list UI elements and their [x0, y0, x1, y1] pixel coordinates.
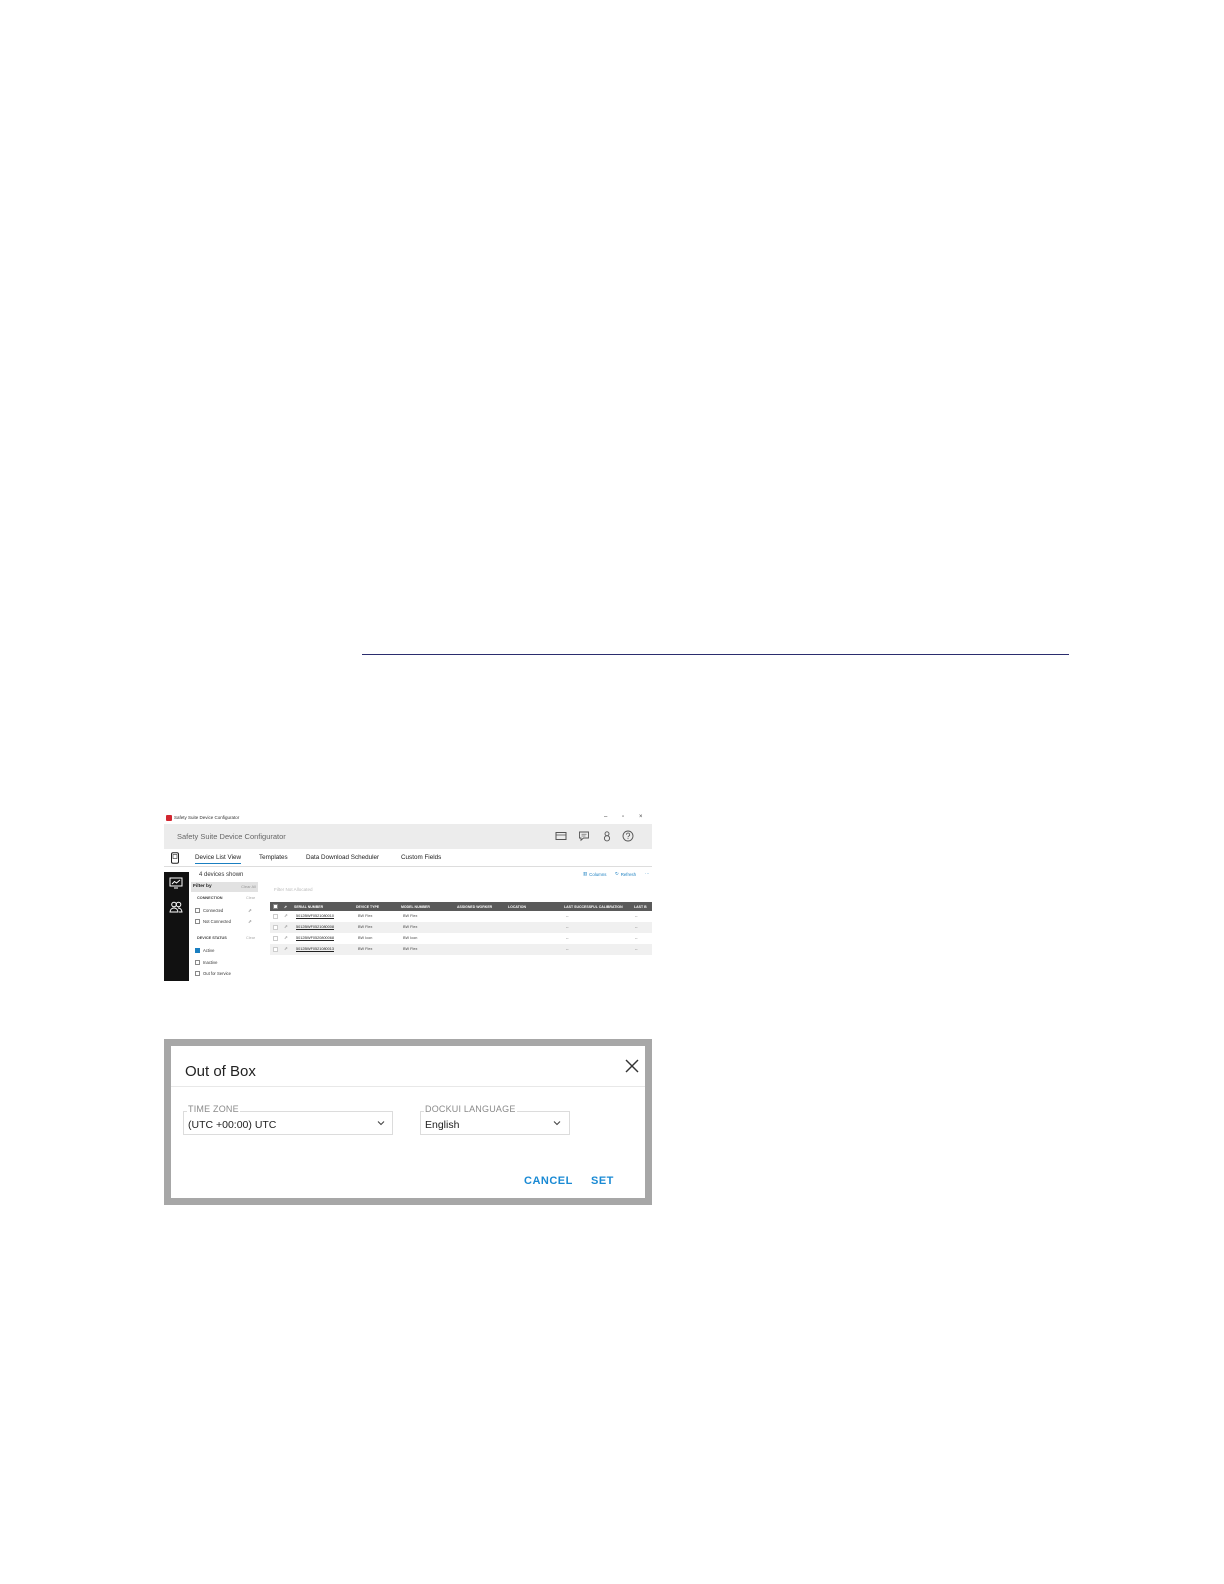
title-bar: Safety Suite Device Configurator – ▫ × — [164, 813, 652, 824]
window-title: Safety Suite Device Configurator — [174, 815, 240, 820]
plug-column-icon: ⇗ — [284, 904, 287, 909]
unplug-icon: ⇗ — [248, 919, 252, 924]
out-of-box-dialog: Out of Box TIME ZONE (UTC +00:00) UTC DO… — [171, 1046, 645, 1198]
checkbox[interactable] — [195, 908, 200, 913]
close-window-button[interactable]: × — [639, 814, 643, 820]
plug-icon: ⇗ — [248, 908, 252, 913]
filter-header: Filter by Clear All — [191, 882, 258, 892]
table-header: ⇗ SERIAL NUMBER DEVICE TYPE MODEL NUMBER… — [270, 902, 652, 911]
checkbox[interactable] — [195, 919, 200, 924]
devices-count: 4 devices shown — [199, 872, 244, 878]
serial-link[interactable]: 5012BWF0521080010 — [296, 914, 334, 918]
filter-clear-all[interactable]: Clear All — [241, 884, 256, 889]
col-location[interactable]: LOCATION — [508, 905, 526, 909]
left-nav — [164, 872, 189, 981]
chevron-down-icon — [377, 1121, 385, 1126]
dialog-frame: Out of Box TIME ZONE (UTC +00:00) UTC DO… — [164, 1039, 652, 1205]
row-checkbox[interactable] — [273, 914, 278, 919]
filter-inactive[interactable]: Inactive — [195, 959, 217, 966]
disconnected-icon: ⇗ — [284, 924, 288, 929]
filter-out-for-service[interactable]: Out for Service — [195, 970, 231, 977]
refresh-button[interactable]: ↻ Refresh — [615, 871, 636, 877]
device-status-section-title: DEVICE STATUS — [197, 936, 227, 940]
col-last-bump[interactable]: LAST B — [634, 905, 652, 909]
tab-device-list-view[interactable]: Device List View — [195, 854, 242, 864]
help-icon[interactable] — [621, 829, 635, 843]
checkbox[interactable] — [195, 960, 200, 965]
users-icon[interactable] — [169, 900, 183, 914]
table-row[interactable]: ⇗ 5012BWF0520800068 BW Icon BW Icon -- -… — [270, 933, 652, 944]
more-button[interactable]: ··· — [645, 871, 649, 876]
app-header: Safety Suite Device Configurator — [164, 824, 652, 849]
search-input[interactable]: Filter Not Allocated — [274, 887, 313, 892]
col-last-calibration[interactable]: LAST SUCCESSFUL CALIBRATION — [564, 905, 632, 909]
dashboard-icon[interactable] — [169, 876, 183, 890]
table-row[interactable]: ⇗ 5012BWF0521080008 BW Flex BW Flex -- -… — [270, 922, 652, 933]
col-assigned-worker[interactable]: ASSIGNED WORKER — [457, 905, 492, 909]
tab-custom-fields[interactable]: Custom Fields — [401, 854, 441, 861]
dialog-divider — [171, 1086, 645, 1087]
language-value: English — [425, 1119, 460, 1131]
refresh-icon: ↻ — [615, 871, 619, 876]
dialog-title: Out of Box — [185, 1063, 256, 1080]
chat-icon[interactable] — [577, 829, 591, 843]
col-model-number[interactable]: MODEL NUMBER — [401, 905, 430, 909]
connection-section-title: CONNECTION — [197, 896, 223, 900]
connection-clear[interactable]: Clear — [246, 896, 255, 900]
col-device-type[interactable]: DEVICE TYPE — [356, 905, 379, 909]
select-all-checkbox[interactable] — [273, 904, 278, 909]
connected-icon: ⇗ — [284, 913, 288, 918]
serial-link[interactable]: 5012BWF0521080008 — [296, 925, 334, 929]
row-checkbox[interactable] — [273, 936, 278, 941]
time-zone-select[interactable]: TIME ZONE (UTC +00:00) UTC — [183, 1103, 393, 1135]
minimize-button[interactable]: – — [604, 814, 607, 820]
user-icon[interactable] — [600, 829, 614, 843]
serial-link[interactable]: 5012BWF0520800068 — [296, 936, 334, 940]
device-status-clear[interactable]: Clear — [246, 936, 255, 940]
table-row[interactable]: ⇗ 5012BWF0521080010 BW Flex BW Flex -- -… — [270, 911, 652, 922]
maximize-button[interactable]: ▫ — [622, 814, 624, 820]
table-row[interactable]: ⇗ 5012BWF0521080013 BW Flex BW Flex -- -… — [270, 944, 652, 955]
app-name: Safety Suite Device Configurator — [177, 832, 286, 841]
language-label: DOCKUI LANGUAGE — [424, 1104, 517, 1114]
chevron-down-icon — [553, 1121, 561, 1126]
row-checkbox[interactable] — [273, 925, 278, 930]
col-serial-number[interactable]: SERIAL NUMBER — [294, 905, 323, 909]
dockui-language-select[interactable]: DOCKUI LANGUAGE English — [420, 1103, 570, 1135]
set-button[interactable]: SET — [591, 1175, 614, 1187]
time-zone-label: TIME ZONE — [187, 1104, 240, 1114]
time-zone-value: (UTC +00:00) UTC — [188, 1119, 277, 1131]
columns-icon: ▥ — [583, 871, 588, 876]
filter-title: Filter by — [193, 884, 212, 889]
row-checkbox[interactable] — [273, 947, 278, 952]
checkbox[interactable] — [195, 971, 200, 976]
app-window: Safety Suite Device Configurator – ▫ × S… — [164, 813, 652, 981]
disconnected-icon: ⇗ — [284, 935, 288, 940]
columns-button[interactable]: ▥ Columns — [583, 871, 606, 877]
checkbox-checked[interactable] — [195, 948, 200, 953]
cancel-button[interactable]: CANCEL — [524, 1175, 573, 1187]
tab-templates[interactable]: Templates — [259, 854, 288, 861]
filter-connected[interactable]: Connected — [195, 907, 223, 914]
device-icon[interactable] — [170, 852, 180, 864]
filter-not-connected[interactable]: Not Connected — [195, 918, 231, 925]
close-icon[interactable] — [624, 1058, 640, 1074]
tab-data-download-scheduler[interactable]: Data Download Scheduler — [306, 854, 379, 861]
disconnected-icon: ⇗ — [284, 946, 288, 951]
filter-active[interactable]: Active — [195, 947, 214, 954]
app-logo-icon — [166, 815, 172, 821]
serial-link[interactable]: 5012BWF0521080013 — [296, 947, 334, 951]
tab-bar: Device List View Templates Data Download… — [164, 849, 652, 867]
horizontal-rule — [362, 654, 1069, 655]
dock-icon[interactable] — [554, 829, 568, 843]
